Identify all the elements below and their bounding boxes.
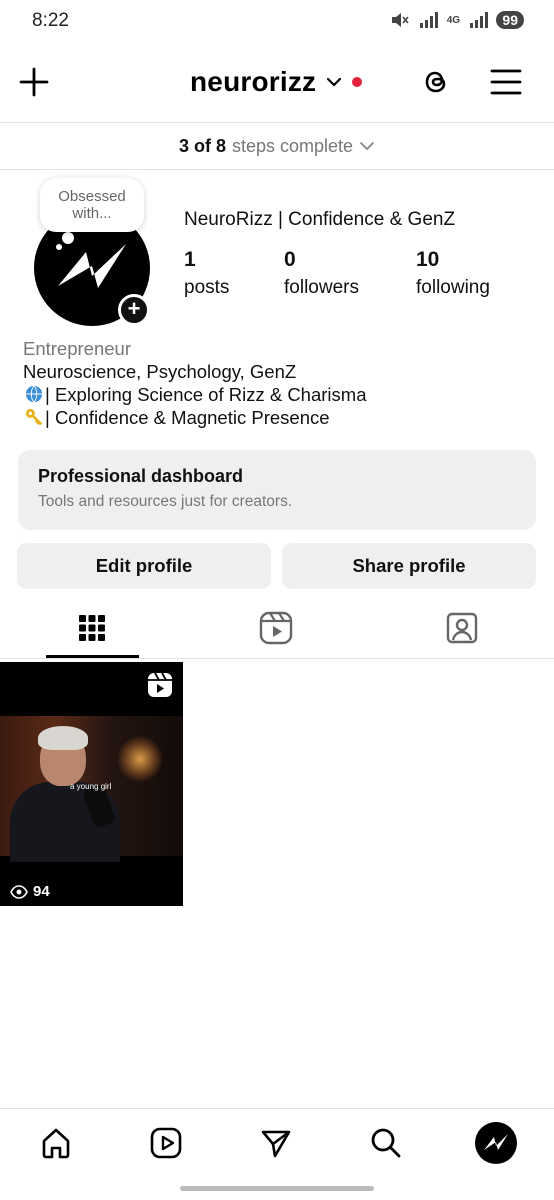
- profile-note[interactable]: Obsessed with...: [40, 178, 144, 232]
- stat-label: followers: [284, 277, 359, 298]
- nav-profile[interactable]: [475, 1122, 517, 1164]
- home-indicator[interactable]: [180, 1186, 374, 1191]
- stat-label: following: [416, 277, 490, 298]
- dashboard-title: Professional dashboard: [38, 466, 244, 486]
- bio-line: Neuroscience, Psychology, GenZ: [23, 361, 297, 382]
- status-icons: 4G 99: [390, 11, 524, 29]
- steps-count: 3 of 8: [178, 135, 226, 156]
- plus-icon: [19, 67, 49, 97]
- view-count: 94: [10, 883, 50, 900]
- menu-button[interactable]: [486, 62, 526, 102]
- notification-dot: [352, 77, 363, 87]
- note-tail: [62, 232, 74, 244]
- profile-tabs: [0, 600, 554, 658]
- tab-grid[interactable]: [70, 606, 114, 650]
- edit-profile-button[interactable]: Edit profile: [17, 543, 271, 589]
- add-story-button[interactable]: +: [118, 294, 150, 326]
- key-emoji-icon: [25, 408, 43, 426]
- reels-icon: [259, 611, 293, 645]
- stat-followers[interactable]: 0 followers: [284, 246, 359, 302]
- stat-following[interactable]: 10 following: [416, 246, 490, 302]
- grid-icon: [79, 615, 105, 641]
- nav-home[interactable]: [36, 1123, 76, 1163]
- reel-video-frame: a young girl: [0, 716, 183, 862]
- bio-line-key: | Confidence & Magnetic Presence: [23, 406, 533, 429]
- share-profile-button[interactable]: Share profile: [282, 543, 536, 589]
- status-bar: 8:22 4G 99: [0, 0, 554, 44]
- stat-posts[interactable]: 1 posts: [184, 246, 229, 302]
- reel-badge-icon: [148, 672, 172, 697]
- battery-badge: 99: [496, 11, 524, 29]
- network-type: 4G: [446, 14, 461, 26]
- steps-progress[interactable]: 3 of 8 steps complete: [0, 123, 554, 169]
- chevron-down-icon: [327, 77, 342, 87]
- steps-divider: [0, 169, 554, 170]
- username: neurorizz: [190, 66, 317, 97]
- stat-value: 0: [284, 248, 296, 271]
- eye-icon: [10, 884, 28, 899]
- stat-value: 1: [184, 248, 196, 271]
- background-lamp: [118, 734, 162, 784]
- dashboard-subtitle: Tools and resources just for creators.: [38, 493, 293, 510]
- globe-emoji-icon: [25, 385, 43, 403]
- profile-header: neurorizz: [0, 54, 554, 110]
- tab-tagged[interactable]: [440, 606, 484, 650]
- tabs-divider: [0, 658, 554, 659]
- chevron-down-icon: [360, 142, 374, 151]
- mute-icon: [392, 13, 410, 27]
- person-hair: [38, 726, 88, 750]
- send-icon: [261, 1130, 291, 1158]
- steps-label: steps complete: [231, 135, 354, 156]
- profile-avatar-small: [475, 1122, 517, 1164]
- home-icon: [42, 1128, 70, 1159]
- bio-text: | Exploring Science of Rizz & Charisma: [45, 384, 367, 405]
- view-count-value: 94: [33, 883, 50, 900]
- threads-icon: [425, 71, 446, 93]
- post-thumbnail[interactable]: a young girl 94: [0, 662, 183, 906]
- search-icon: [371, 1128, 401, 1158]
- category-label: Entrepreneur: [23, 338, 131, 359]
- display-name: NeuroRizz | Confidence & GenZ: [184, 209, 456, 230]
- signal-icon-2: [470, 12, 489, 28]
- bio-text: | Confidence & Magnetic Presence: [45, 407, 330, 428]
- tagged-icon: [446, 612, 478, 644]
- nav-search[interactable]: [366, 1123, 406, 1163]
- video-caption: a young girl: [70, 782, 112, 791]
- status-time: 8:22: [32, 10, 69, 31]
- threads-button[interactable]: [416, 62, 456, 102]
- account-switcher[interactable]: neurorizz: [190, 62, 363, 102]
- menu-icon: [490, 69, 522, 95]
- reels-icon: [150, 1127, 182, 1159]
- create-button[interactable]: [14, 62, 54, 102]
- bio: Entrepreneur Neuroscience, Psychology, G…: [23, 337, 533, 429]
- note-tail-small: [56, 244, 62, 250]
- signal-icon: [420, 12, 439, 28]
- stat-label: posts: [184, 277, 230, 298]
- nav-send[interactable]: [256, 1123, 296, 1163]
- stat-value: 10: [416, 248, 440, 271]
- logo-icon: [484, 1134, 508, 1150]
- bottom-nav: [0, 1108, 554, 1178]
- tab-reels[interactable]: [254, 606, 298, 650]
- bio-line-globe: | Exploring Science of Rizz & Charisma: [23, 383, 533, 406]
- nav-reels[interactable]: [146, 1123, 186, 1163]
- professional-dashboard[interactable]: Professional dashboard Tools and resourc…: [18, 450, 536, 530]
